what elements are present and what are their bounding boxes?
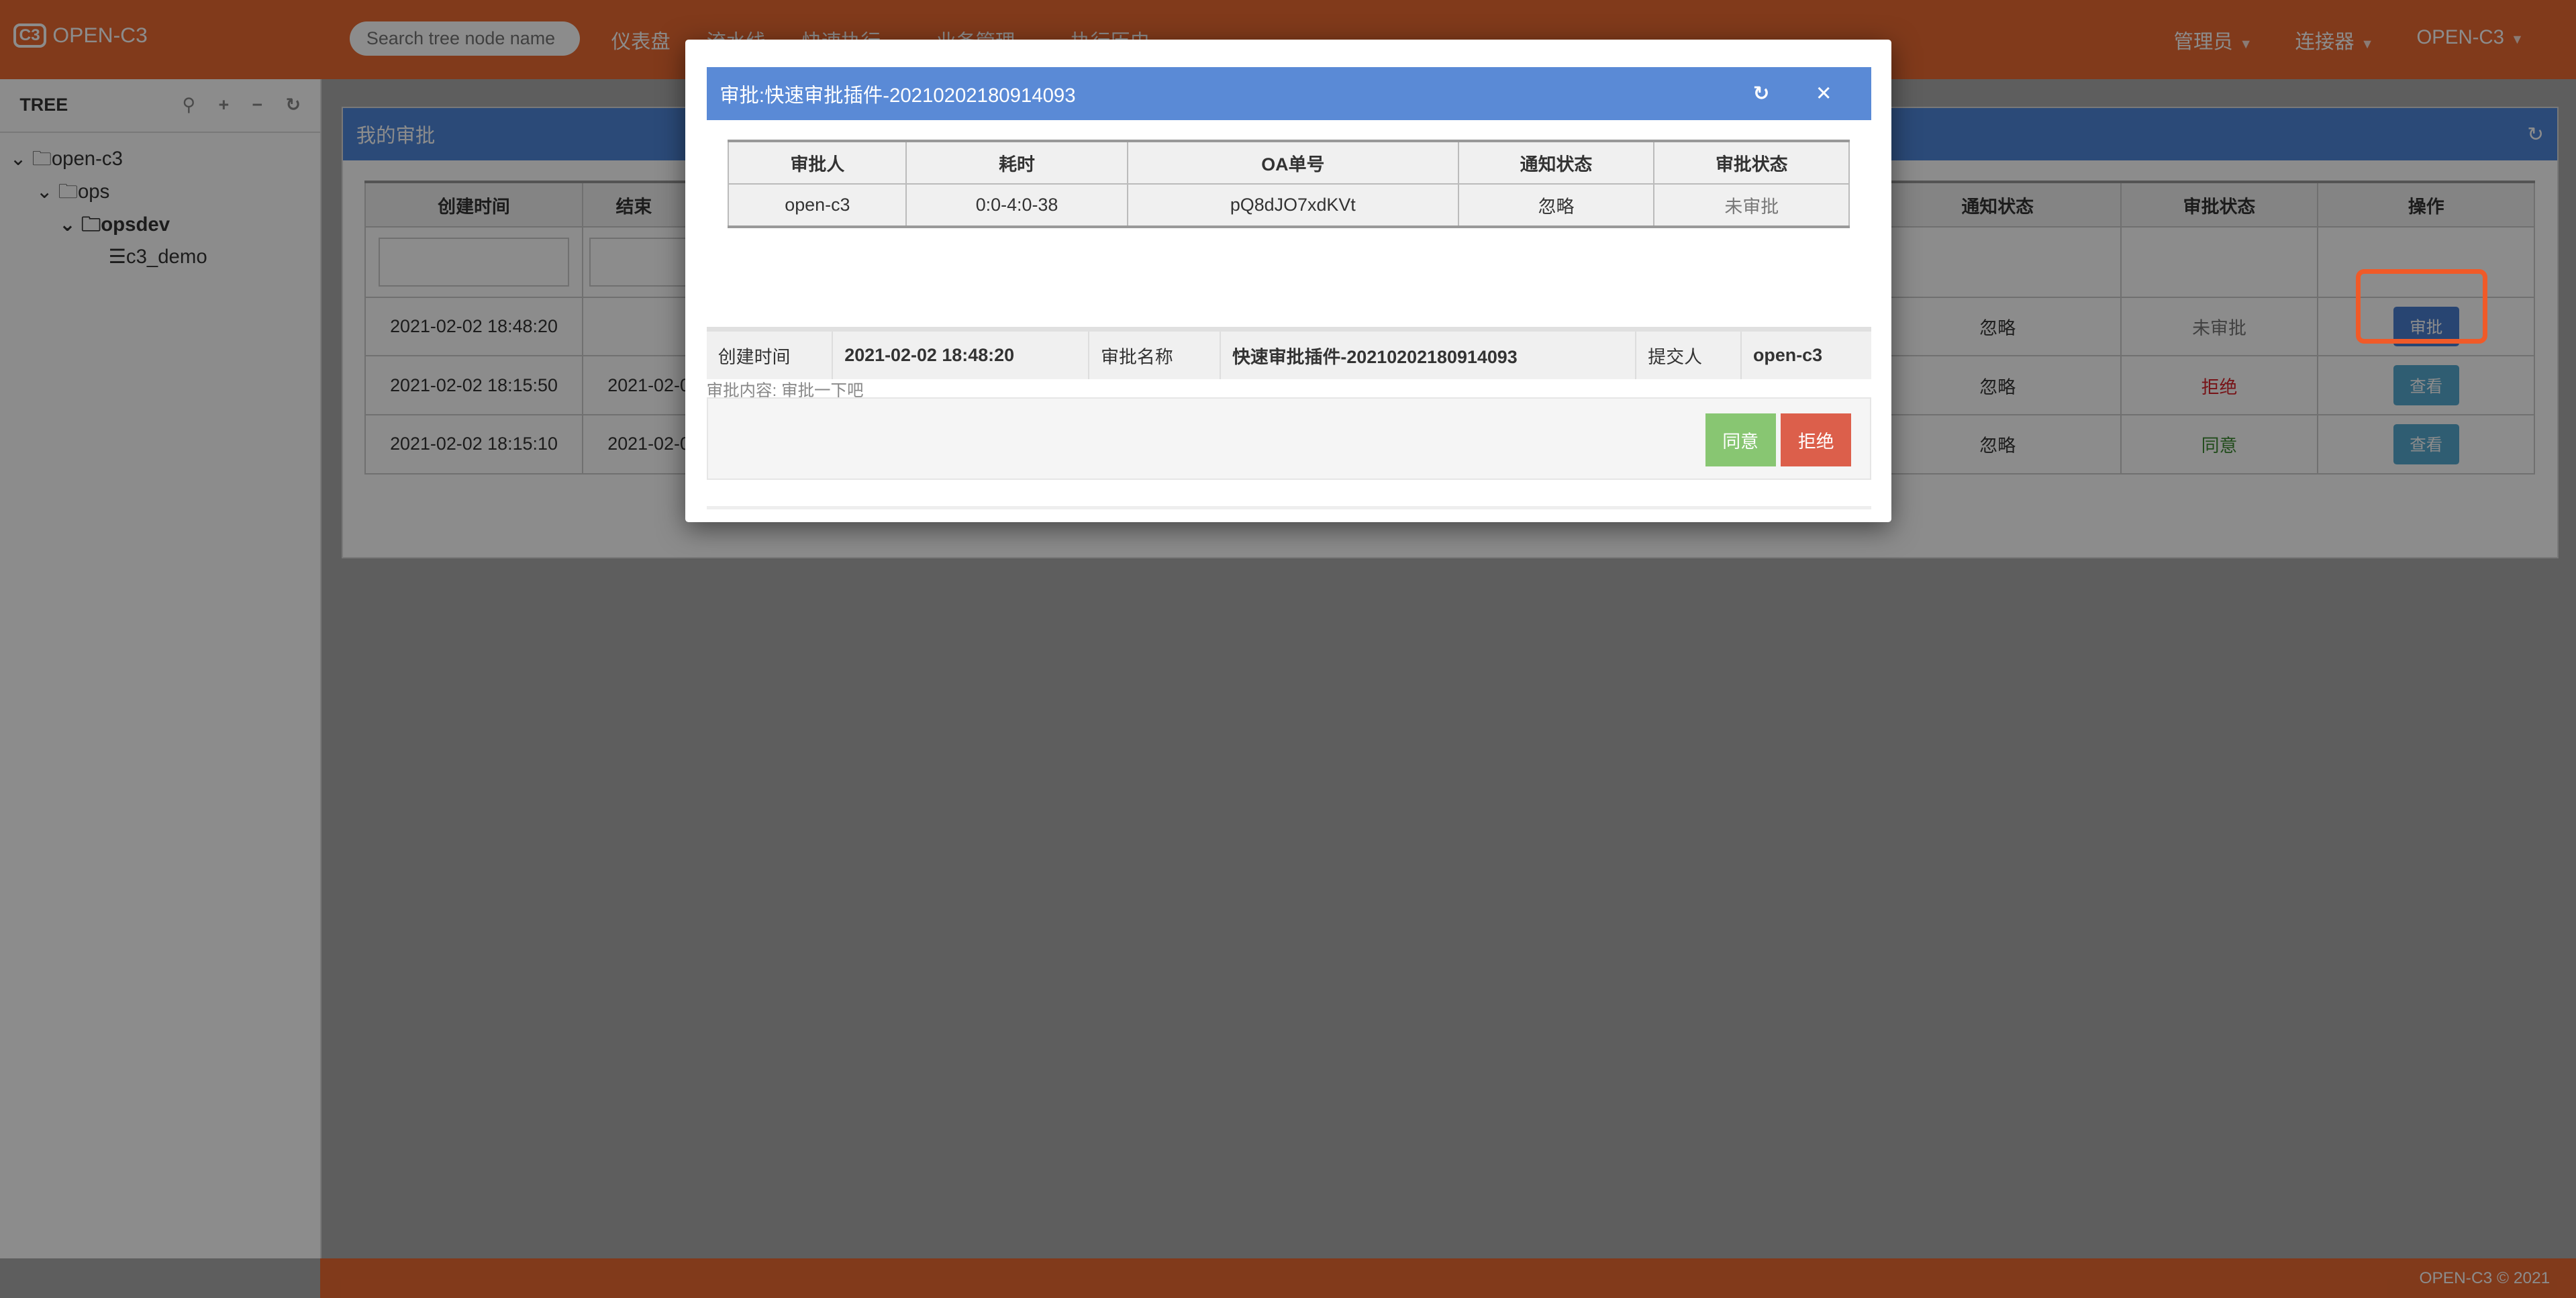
close-icon[interactable]: ✕ [1816, 82, 1832, 105]
reject-button[interactable]: 拒绝 [1781, 413, 1852, 466]
approver-table: 审批人 耗时 OA单号 通知状态 审批状态 open-c3 0:0-4:0-38 pQ8dJ… [728, 140, 1850, 229]
approval-modal: 审批:快速审批插件-20210202180914093 ↻ ✕ 审批人 耗时 OA单号… [685, 39, 1891, 523]
divider [706, 505, 1872, 509]
action-bar: 同意 拒绝 [706, 397, 1872, 480]
refresh-icon[interactable]: ↻ [1753, 82, 1770, 105]
highlight-box [2356, 269, 2488, 344]
approval-info: 创建时间 2021-02-02 18:48:20 审批名称 快速审批插件-202… [706, 327, 1872, 380]
agree-button[interactable]: 同意 [1705, 413, 1776, 466]
table-row: open-c3 0:0-4:0-38 pQ8dJO7xdKVt 忽略 未审批 [728, 183, 1850, 228]
modal-title: 审批:快速审批插件-20210202180914093 [720, 84, 1076, 107]
